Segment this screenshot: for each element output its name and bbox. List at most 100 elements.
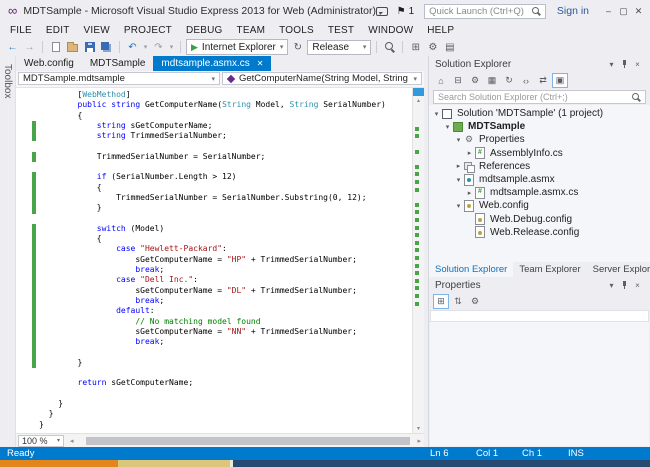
tree-item-web-config[interactable]: ▾Web.config — [429, 199, 650, 212]
editor-gutter — [16, 203, 32, 213]
menu-help[interactable]: HELP — [420, 25, 461, 36]
properties-window-toolbar-icon[interactable]: ⚙ — [425, 39, 440, 55]
close-icon[interactable]: × — [631, 281, 644, 290]
save-icon[interactable] — [82, 39, 97, 55]
tab-mdtsample-asmx-cs[interactable]: mdtsample.asmx.cs✕ — [153, 56, 271, 71]
close-icon[interactable]: × — [631, 60, 644, 69]
save-all-icon[interactable] — [99, 39, 114, 55]
tab-mdtsample[interactable]: MDTSample — [82, 56, 154, 71]
tree-expanded-arrow-icon[interactable]: ▾ — [454, 176, 463, 184]
tree-expanded-arrow-icon[interactable]: ▾ — [432, 110, 441, 118]
scroll-down-icon[interactable]: ▾ — [413, 425, 424, 432]
show-all-files-icon[interactable]: ▦ — [484, 73, 500, 88]
config-icon — [474, 227, 486, 238]
scrollbar-split-grip[interactable] — [413, 88, 424, 96]
vertical-scrollbar[interactable]: ▴ ▾ — [412, 88, 424, 433]
code-line: TrimmedSerialNumber = SerialNumber.Subst… — [16, 193, 412, 203]
tree-item-web-debug-config[interactable]: Web.Debug.config — [429, 213, 650, 226]
maximize-button[interactable]: ▢ — [616, 0, 631, 22]
tree-expanded-arrow-icon[interactable]: ▾ — [443, 123, 452, 131]
notifications-button[interactable]: ⚑ 1 — [397, 6, 415, 17]
dock-tab-server-explorer[interactable]: Server Explorer — [587, 262, 650, 277]
navigate-backward-icon[interactable]: ← — [5, 39, 20, 55]
start-debug-button[interactable]: ▶Internet Explorer▾ — [186, 39, 288, 55]
scroll-up-icon[interactable]: ▴ — [413, 97, 424, 104]
tree-collapsed-arrow-icon[interactable]: ▸ — [465, 189, 474, 197]
configuration-value: Release — [312, 42, 349, 53]
tab-web-config[interactable]: Web.config — [16, 56, 82, 71]
collapse-all-icon[interactable]: ⊟ — [450, 73, 466, 88]
sign-in-link[interactable]: Sign in — [557, 5, 589, 17]
toolbar-separator — [402, 41, 403, 53]
dock-tab-solution-explorer[interactable]: Solution Explorer — [429, 262, 513, 277]
extensions-toolbar-icon[interactable]: ▤ — [442, 39, 457, 55]
zoom-dropdown[interactable]: 100 % ▾ — [18, 435, 64, 447]
configuration-dropdown[interactable]: Release▾ — [307, 40, 371, 55]
navigate-forward-icon[interactable]: → — [22, 39, 37, 55]
scroll-right-icon[interactable]: ▸ — [417, 434, 421, 447]
menu-debug[interactable]: DEBUG — [179, 25, 230, 36]
feedback-icon[interactable] — [376, 7, 388, 16]
menu-window[interactable]: WINDOW — [361, 25, 420, 36]
tree-expanded-arrow-icon[interactable]: ▾ — [454, 136, 463, 144]
refresh-icon[interactable]: ↻ — [501, 73, 517, 88]
menu-tools[interactable]: TOOLS — [272, 25, 321, 36]
menu-test[interactable]: TEST — [321, 25, 361, 36]
sync-with-active-document-icon[interactable]: ⇄ — [535, 73, 551, 88]
alphabetical-icon[interactable]: ⇅ — [450, 294, 466, 309]
solution-search-input[interactable]: Search Solution Explorer (Ctrl+;) — [433, 90, 646, 104]
window-position-icon[interactable]: ▾ — [605, 60, 618, 69]
pin-icon[interactable] — [618, 281, 631, 290]
home-icon[interactable]: ⌂ — [433, 73, 449, 88]
open-file-icon[interactable] — [65, 39, 80, 55]
code-lines[interactable]: [WebMethod] public string GetComputerNam… — [16, 88, 412, 433]
minimize-button[interactable]: – — [601, 0, 616, 22]
categorized-icon[interactable]: ⊞ — [433, 294, 449, 309]
menu-file[interactable]: FILE — [3, 25, 39, 36]
dock-tab-team-explorer[interactable]: Team Explorer — [513, 262, 586, 277]
toolbar-separator — [42, 41, 43, 53]
new-file-icon[interactable] — [48, 39, 63, 55]
tree-collapsed-arrow-icon[interactable]: ▸ — [454, 162, 463, 170]
redo-dropdown-icon[interactable]: ▾ — [168, 39, 175, 55]
tree-item-web-release-config[interactable]: Web.Release.config — [429, 226, 650, 239]
solution-search-placeholder: Search Solution Explorer (Ctrl+;) — [438, 92, 568, 102]
member-dropdown[interactable]: GetComputerName(String Model, String Ser… — [222, 72, 422, 85]
code-editor[interactable]: [WebMethod] public string GetComputerNam… — [16, 88, 424, 433]
redo-icon[interactable]: ↷ — [151, 39, 166, 55]
tree-item-assemblyinfo-cs[interactable]: ▸AssemblyInfo.cs — [429, 147, 650, 160]
toolbox-tab[interactable]: Toolbox — [0, 56, 16, 447]
horizontal-scroll-thumb[interactable] — [86, 437, 410, 445]
view-code-icon[interactable]: ‹› — [518, 73, 534, 88]
scroll-left-icon[interactable]: ◂ — [70, 434, 74, 447]
refresh-icon[interactable]: ↻ — [290, 39, 305, 55]
close-button[interactable]: ✕ — [631, 0, 646, 22]
preview-selected-items-icon[interactable]: ▣ — [552, 73, 568, 88]
undo-dropdown-icon[interactable]: ▾ — [142, 39, 149, 55]
tree-item-solution-mdtsample-1-project-[interactable]: ▾Solution 'MDTSample' (1 project) — [429, 107, 650, 120]
menu-project[interactable]: PROJECT — [117, 25, 179, 36]
tree-item-mdtsample-asmx-cs[interactable]: ▸mdtsample.asmx.cs — [429, 186, 650, 199]
property-pages-icon[interactable]: ⚙ — [467, 294, 483, 309]
quick-launch-input[interactable]: Quick Launch (Ctrl+Q) — [424, 4, 546, 19]
main-toolbar: ←→↶▾↷▾▶Internet Explorer▾↻Release▾⊞⚙▤ — [0, 38, 650, 56]
window-position-icon[interactable]: ▾ — [605, 281, 618, 290]
undo-icon[interactable]: ↶ — [125, 39, 140, 55]
tree-item-mdtsample-asmx[interactable]: ▾mdtsample.asmx — [429, 173, 650, 186]
properties-icon[interactable]: ⚙ — [467, 73, 483, 88]
menu-view[interactable]: VIEW — [77, 25, 117, 36]
tree-item-references[interactable]: ▸References — [429, 160, 650, 173]
tree-item-mdtsample[interactable]: ▾MDTSample — [429, 120, 650, 133]
menu-edit[interactable]: EDIT — [39, 25, 77, 36]
code-text: default: — [36, 306, 155, 316]
horizontal-scrollbar[interactable]: ◂ ▸ — [64, 434, 424, 447]
tree-collapsed-arrow-icon[interactable]: ▸ — [465, 149, 474, 157]
type-dropdown[interactable]: MDTSample.mdtsample ▾ — [18, 72, 220, 85]
close-icon[interactable]: ✕ — [257, 59, 264, 68]
tree-expanded-arrow-icon[interactable]: ▾ — [454, 202, 463, 210]
menu-team[interactable]: TEAM — [230, 25, 273, 36]
find-icon[interactable] — [382, 39, 397, 55]
solution-explorer-toolbar-icon[interactable]: ⊞ — [408, 39, 423, 55]
pin-icon[interactable] — [618, 60, 631, 69]
tree-item-properties[interactable]: ▾⚙Properties — [429, 133, 650, 146]
